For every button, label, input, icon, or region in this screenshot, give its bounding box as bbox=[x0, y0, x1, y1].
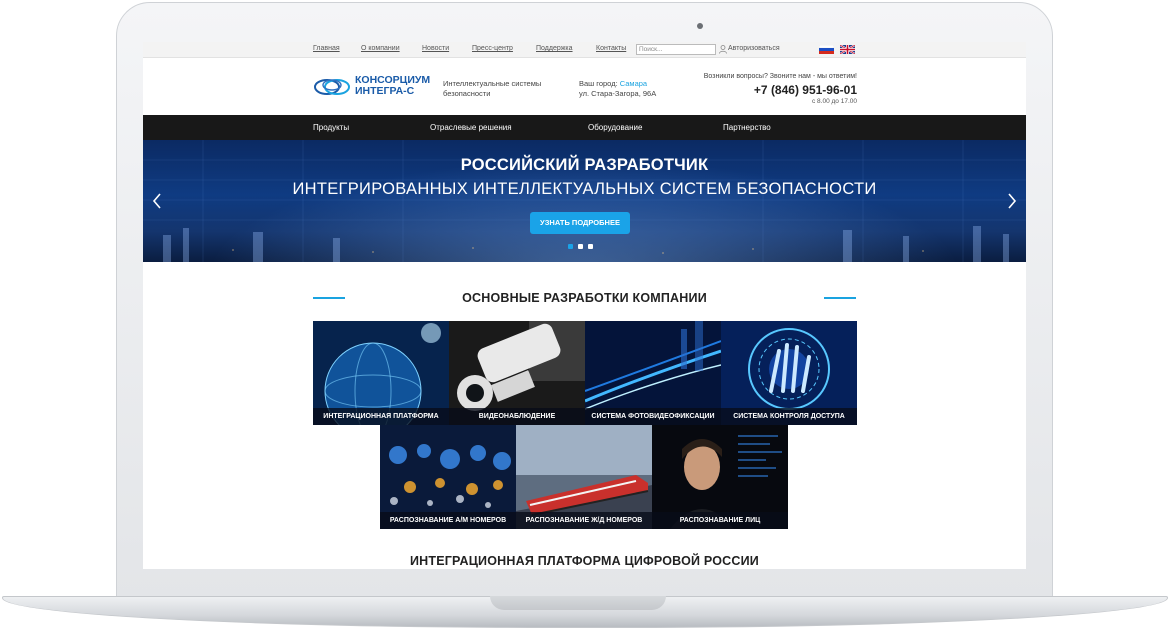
tile-label: ИНТЕГРАЦИОННАЯ ПЛАТФОРМА bbox=[313, 408, 449, 425]
tile-label: СИСТЕМА ФОТОВИДЕОФИКСАЦИИ bbox=[585, 408, 721, 425]
slider-dot-3[interactable] bbox=[588, 244, 593, 249]
city-selector[interactable]: Самара bbox=[620, 79, 647, 88]
search-input[interactable]: Поиск... bbox=[636, 44, 716, 55]
main-nav: Продукты Отраслевые решения Оборудование… bbox=[143, 115, 1026, 140]
nav-item-equipment[interactable]: Оборудование bbox=[588, 123, 642, 132]
tile-integration-platform[interactable]: ИНТЕГРАЦИОННАЯ ПЛАТФОРМА bbox=[313, 321, 449, 425]
city-block: Ваш город: Самара ул. Стара-Загора, 96А bbox=[579, 79, 656, 99]
nav-item-partnership[interactable]: Партнерство bbox=[723, 123, 771, 132]
company-tagline: Интеллектуальные системы безопасности bbox=[443, 79, 553, 99]
hero-title-line-2: ИНТЕГРИРОВАННЫХ ИНТЕЛЛЕКТУАЛЬНЫХ СИСТЕМ … bbox=[292, 180, 877, 198]
uk-flag-icon[interactable] bbox=[840, 45, 855, 54]
russia-flag-icon[interactable] bbox=[819, 45, 834, 54]
learn-more-button[interactable]: УЗНАТЬ ПОДРОБНЕЕ bbox=[530, 212, 630, 234]
company-logo-icon[interactable] bbox=[313, 75, 353, 99]
tile-video-surveillance[interactable]: ВИДЕОНАБЛЮДЕНИЕ bbox=[449, 321, 585, 425]
top-utility-bar: Главная О компании Новости Пресс-центр П… bbox=[143, 42, 1026, 58]
tile-license-plate-recognition[interactable]: РАСПОЗНАВАНИЕ А/М НОМЕРОВ bbox=[380, 425, 516, 529]
working-hours: с 8.00 до 17.00 bbox=[812, 98, 857, 105]
tile-face-recognition[interactable]: РАСПОЗНАВАНИЕ ЛИЦ bbox=[652, 425, 788, 529]
contact-question: Возникли вопросы? Звоните нам - мы ответ… bbox=[703, 73, 857, 80]
slider-prev-arrow-icon[interactable] bbox=[152, 192, 162, 210]
logo-line-2: ИНТЕГРА-С bbox=[355, 85, 415, 97]
address-text: ул. Стара-Загора, 96А bbox=[579, 89, 657, 98]
hero-slider: РОССИЙСКИЙ РАЗРАБОТЧИК ИНТЕГРИРОВАННЫХ И… bbox=[143, 140, 1026, 262]
slider-dot-1[interactable] bbox=[568, 244, 573, 249]
phone-number[interactable]: +7 (846) 951-96-01 bbox=[754, 83, 857, 97]
nav-item-products[interactable]: Продукты bbox=[313, 123, 349, 132]
topbar-link-contacts[interactable]: Контакты bbox=[596, 45, 626, 52]
tile-label: РАСПОЗНАВАНИЕ ЛИЦ bbox=[652, 512, 788, 529]
tile-label: СИСТЕМА КОНТРОЛЯ ДОСТУПА bbox=[721, 408, 857, 425]
hero-title-line-1: РОССИЙСКИЙ РАЗРАБОТЧИК bbox=[460, 156, 709, 174]
platform-section-title: ИНТЕГРАЦИОННАЯ ПЛАТФОРМА ЦИФРОВОЙ РОССИИ bbox=[409, 554, 759, 568]
slider-dot-2[interactable] bbox=[578, 244, 583, 249]
tile-access-control[interactable]: СИСТЕМА КОНТРОЛЯ ДОСТУПА bbox=[721, 321, 857, 425]
website-screen: Главная О компании Новости Пресс-центр П… bbox=[143, 42, 1026, 569]
tile-photo-video-recording[interactable]: СИСТЕМА ФОТОВИДЕОФИКСАЦИИ bbox=[585, 321, 721, 425]
tile-label: ВИДЕОНАБЛЮДЕНИЕ bbox=[449, 408, 585, 425]
slider-next-arrow-icon[interactable] bbox=[1007, 192, 1017, 210]
developments-section-title: ОСНОВНЫЕ РАЗРАБОТКИ КОМПАНИИ bbox=[462, 291, 707, 305]
company-logo-text[interactable]: КОНСОРЦИУМ ИНТЕГРА-С bbox=[355, 75, 430, 97]
city-prefix: Ваш город: bbox=[579, 79, 618, 88]
nav-item-industry-solutions[interactable]: Отраслевые решения bbox=[430, 123, 512, 132]
topbar-link-news[interactable]: Новости bbox=[422, 45, 449, 52]
tile-label: РАСПОЗНАВАНИЕ А/М НОМЕРОВ bbox=[380, 512, 516, 529]
login-link[interactable]: Авторизоваться bbox=[728, 45, 780, 52]
camera-dot bbox=[697, 23, 703, 29]
topbar-link-press[interactable]: Пресс-центр bbox=[472, 45, 513, 52]
topbar-link-support[interactable]: Поддержка bbox=[536, 45, 573, 52]
topbar-link-home[interactable]: Главная bbox=[313, 45, 340, 52]
tile-label: РАСПОЗНАВАНИЕ Ж/Д НОМЕРОВ bbox=[516, 512, 652, 529]
user-icon bbox=[719, 45, 727, 54]
topbar-link-about[interactable]: О компании bbox=[361, 45, 400, 52]
tagline-line-2: безопасности bbox=[443, 89, 491, 98]
tagline-line-1: Интеллектуальные системы bbox=[443, 79, 542, 88]
tile-railway-number-recognition[interactable]: РАСПОЗНАВАНИЕ Ж/Д НОМЕРОВ bbox=[516, 425, 652, 529]
laptop-notch bbox=[490, 596, 666, 610]
